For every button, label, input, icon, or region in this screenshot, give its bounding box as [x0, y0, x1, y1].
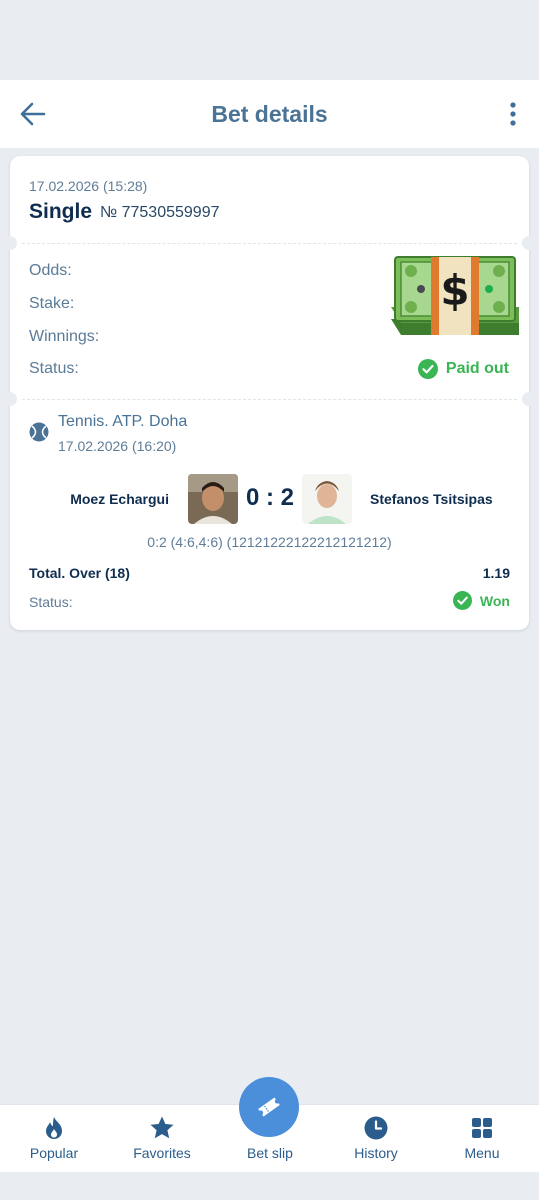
more-options-button[interactable]: [503, 100, 523, 128]
won-status: Won: [452, 591, 510, 610]
svg-text:$: $: [440, 266, 469, 315]
ticket-icon: [258, 1097, 280, 1117]
nav-favorites-label: Favorites: [133, 1145, 191, 1161]
more-vertical-icon: [510, 102, 516, 126]
player2-avatar: [302, 474, 352, 524]
bet-details-card: 17.02.2026 (15:28) Single № 77530559997 …: [3, 156, 536, 630]
nav-menu[interactable]: Menu: [428, 1105, 536, 1173]
money-stack-icon: $: [391, 256, 519, 335]
bet-number: № 77530559997: [100, 204, 220, 221]
flame-icon: [46, 1117, 62, 1139]
nav-bet-slip[interactable]: Bet slip: [216, 1077, 324, 1173]
clock-icon: [364, 1116, 388, 1140]
bottom-nav: Popular Favorites Bet slip History Menu: [0, 1077, 539, 1173]
star-icon: [150, 1116, 174, 1139]
status-label: Status:: [29, 360, 79, 377]
nav-favorites[interactable]: Favorites: [108, 1105, 216, 1173]
nav-popular[interactable]: Popular: [0, 1105, 108, 1173]
status-bar-area: [0, 0, 539, 80]
player2-name: Stefanos Tsitsipas: [370, 491, 493, 507]
nav-history-label: History: [354, 1145, 398, 1161]
tennis-ball-icon: [29, 422, 49, 442]
bet-date: 17.02.2026 (15:28): [29, 178, 148, 194]
selection-odds: 1.19: [482, 565, 510, 581]
app-header: Bet details: [0, 80, 539, 148]
bet-type: Single: [29, 200, 93, 223]
nav-menu-label: Menu: [464, 1145, 500, 1161]
back-button[interactable]: [18, 100, 48, 128]
bet-slip-button[interactable]: [239, 1077, 299, 1137]
divider: [22, 243, 517, 244]
odds-label: Odds:: [29, 262, 72, 279]
card-notch: [522, 236, 536, 250]
paid-status: Paid out: [417, 359, 509, 379]
card-notch: [3, 392, 17, 406]
selection-status-label: Status:: [29, 594, 73, 610]
score-detail: 0:2 (4:6,4:6) (12121222122212121212): [147, 534, 392, 550]
player1-name: Moez Echargui: [70, 491, 169, 507]
match-score: 0 : 2: [245, 484, 295, 511]
winnings-label: Winnings:: [29, 328, 100, 345]
selection-market: Total. Over (18): [29, 565, 130, 581]
card-notch: [3, 236, 17, 250]
nav-history[interactable]: History: [322, 1105, 430, 1173]
event-date: 17.02.2026 (16:20): [58, 438, 177, 454]
stake-label: Stake:: [29, 295, 75, 312]
grid-icon: [472, 1118, 492, 1138]
divider: [22, 399, 517, 400]
system-nav-area: [0, 1172, 539, 1200]
won-status-text: Won: [479, 592, 510, 609]
check-circle-icon: [417, 359, 438, 379]
player1-avatar: [188, 474, 238, 524]
paid-status-text: Paid out: [445, 360, 509, 377]
nav-popular-label: Popular: [29, 1145, 79, 1161]
card-notch: [522, 392, 536, 406]
league-name: Tennis. ATP. Doha: [58, 413, 188, 430]
check-circle-icon: [452, 591, 472, 610]
back-arrow-icon: [20, 102, 46, 126]
nav-bet-slip-label: Bet slip: [247, 1145, 293, 1161]
page-title: Bet details: [211, 100, 328, 127]
